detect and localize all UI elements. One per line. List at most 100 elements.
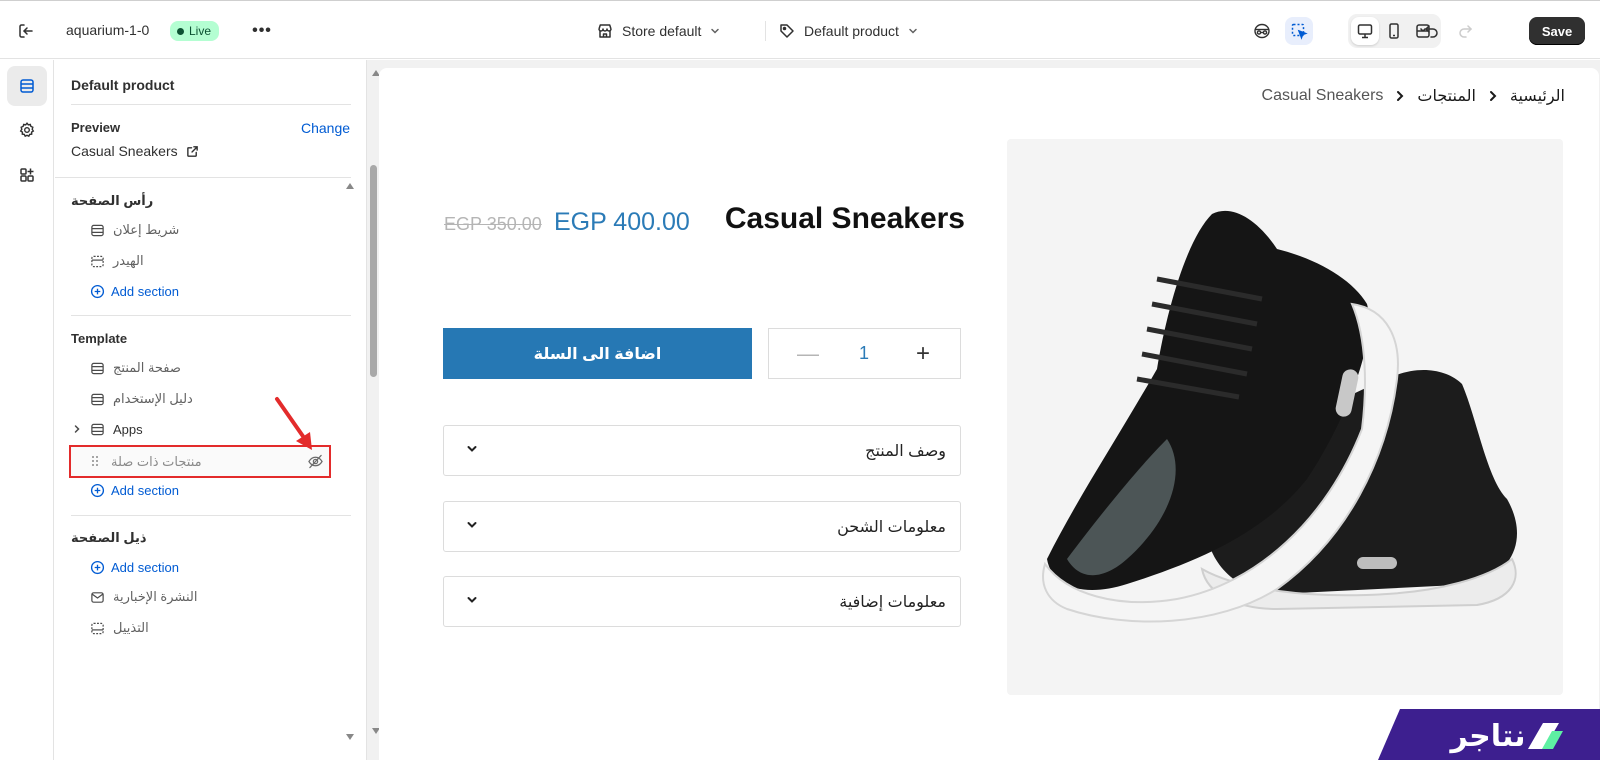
section-item-announcement[interactable]: شريط إعلان	[89, 218, 179, 242]
scroll-down-icon[interactable]	[345, 733, 355, 741]
exit-icon[interactable]	[14, 19, 38, 43]
divider	[71, 315, 351, 316]
plus-circle-icon	[90, 284, 105, 298]
storefront-page: Casual Sneakers المنتجات الرئيسية Casual	[379, 68, 1599, 760]
sidebar-title: Default product	[71, 77, 175, 93]
product-compare-price: EGP 350.00	[444, 214, 542, 234]
more-actions-icon[interactable]: •••	[250, 19, 274, 43]
live-dot-icon	[177, 27, 184, 35]
store-icon	[598, 24, 612, 38]
preview-scrollbar-thumb[interactable]	[370, 165, 377, 377]
breadcrumb-current: Casual Sneakers	[1261, 87, 1384, 104]
top-bar: aquarium-1-0 Live ••• Store default Defa…	[0, 0, 1600, 59]
desktop-view-icon[interactable]	[1351, 17, 1379, 45]
quantity-decrease-button[interactable]: —	[797, 341, 819, 367]
divider	[55, 177, 351, 178]
breadcrumb-home[interactable]: الرئيسية	[1510, 86, 1565, 106]
section-item-label: الهيدر	[113, 253, 144, 268]
hidden-section-label: منتجات ذات صلة	[111, 454, 202, 469]
add-to-cart-button[interactable]: اضافة الى السلة	[443, 328, 752, 379]
section-item-user-guide[interactable]: دليل الإستخدام	[89, 387, 193, 411]
chevron-left-icon	[1489, 91, 1497, 101]
breadcrumb: Casual Sneakers المنتجات الرئيسية	[1262, 86, 1565, 106]
tag-icon	[780, 24, 794, 38]
store-selector[interactable]: Store default	[596, 19, 721, 43]
preview-label: Preview	[71, 120, 121, 135]
drag-handle-icon[interactable]	[91, 455, 99, 467]
save-button[interactable]: Save	[1529, 17, 1585, 45]
eye-hidden-icon[interactable]	[307, 454, 324, 469]
section-item-label: دليل الإستخدام	[113, 391, 193, 406]
footer-section-icon	[89, 620, 105, 636]
apps-icon[interactable]	[7, 155, 47, 195]
theme-settings-icon[interactable]	[7, 110, 47, 150]
section-item-footer[interactable]: التذييل	[89, 616, 149, 640]
annotation-arrow-icon	[275, 397, 312, 450]
chevron-left-icon	[1397, 91, 1404, 101]
product-title: Casual Sneakers	[724, 202, 965, 235]
change-preview-link[interactable]: Change	[301, 120, 350, 136]
preview-product[interactable]: Casual Sneakers	[71, 143, 199, 159]
breadcrumb-products[interactable]: المنتجات	[1417, 86, 1476, 106]
divider	[765, 21, 766, 41]
header-group-title: رأس الصفحة	[71, 193, 154, 208]
preview-canvas: Casual Sneakers المنتجات الرئيسية Casual	[379, 60, 1600, 760]
chevron-down-icon	[711, 28, 720, 34]
section-item-label: النشرة الإخبارية	[113, 589, 198, 604]
accordion-label: وصف المنتج	[865, 443, 946, 460]
chevron-down-icon	[467, 522, 477, 528]
section-icon	[89, 222, 105, 238]
svg-text:نتاجر: نتاجر	[1448, 719, 1525, 754]
mobile-view-icon[interactable]	[1380, 17, 1408, 45]
template-selector[interactable]: Default product	[778, 19, 919, 43]
theme-inspector-icon[interactable]	[1248, 17, 1276, 45]
section-item-label: شريط إعلان	[113, 222, 180, 237]
section-icon	[89, 421, 105, 437]
scroll-up-icon[interactable]	[345, 182, 355, 190]
product-image[interactable]	[1007, 139, 1563, 695]
template-selector-label: Default product	[804, 23, 899, 39]
section-icon	[89, 391, 105, 407]
sections-icon[interactable]	[7, 66, 47, 106]
redo-icon[interactable]	[1451, 17, 1479, 45]
section-item-newsletter[interactable]: النشرة الإخبارية	[89, 585, 198, 609]
chevron-right-icon[interactable]	[71, 423, 83, 435]
quantity-value[interactable]: 1	[859, 343, 869, 364]
divider	[71, 515, 351, 516]
select-element-icon[interactable]	[1285, 17, 1313, 45]
sections-sidebar: Default product Preview Change Casual Sn…	[55, 60, 367, 760]
add-section-label: Add section	[111, 283, 179, 299]
section-item-product-page[interactable]: صفحة المنتج	[89, 356, 181, 380]
add-section-footer-button[interactable]: Add section	[90, 555, 179, 579]
sneaker-image	[1042, 210, 1517, 623]
plus-circle-icon	[90, 483, 105, 497]
section-item-label: صفحة المنتج	[113, 360, 181, 375]
chevron-down-icon	[467, 597, 477, 603]
section-icon	[89, 360, 105, 376]
section-item-apps[interactable]: Apps	[89, 417, 143, 441]
accordion-shipping[interactable]: معلومات الشحن	[443, 501, 961, 552]
preview-scrollbar[interactable]	[367, 60, 379, 760]
add-section-header-button[interactable]: Add section	[90, 279, 179, 303]
add-section-template-button[interactable]: Add section	[90, 478, 179, 502]
accordion-label: معلومات الشحن	[837, 519, 946, 536]
header-section-icon	[89, 253, 105, 269]
section-item-header[interactable]: الهيدر	[89, 249, 144, 273]
accordion-additional-info[interactable]: معلومات إضافية	[443, 576, 961, 627]
product-price: EGP 400.00	[554, 208, 690, 236]
quantity-stepper: — 1 +	[768, 328, 961, 379]
live-status-badge: Live	[170, 21, 220, 41]
external-link-icon	[186, 145, 198, 157]
plus-circle-icon	[90, 560, 105, 574]
template-group-title: Template	[71, 331, 128, 346]
add-section-label: Add section	[111, 482, 179, 498]
undo-icon[interactable]	[1418, 17, 1446, 45]
add-section-label: Add section	[111, 559, 179, 575]
brand-logo: نتاجر	[1378, 709, 1600, 760]
quantity-increase-button[interactable]: +	[916, 340, 930, 368]
section-item-label: التذييل	[113, 620, 149, 635]
preview-product-name: Casual Sneakers	[71, 143, 178, 159]
accordion-description[interactable]: وصف المنتج	[443, 425, 961, 476]
footer-group-title: ذيل الصفحة	[71, 530, 147, 545]
divider	[71, 104, 351, 105]
